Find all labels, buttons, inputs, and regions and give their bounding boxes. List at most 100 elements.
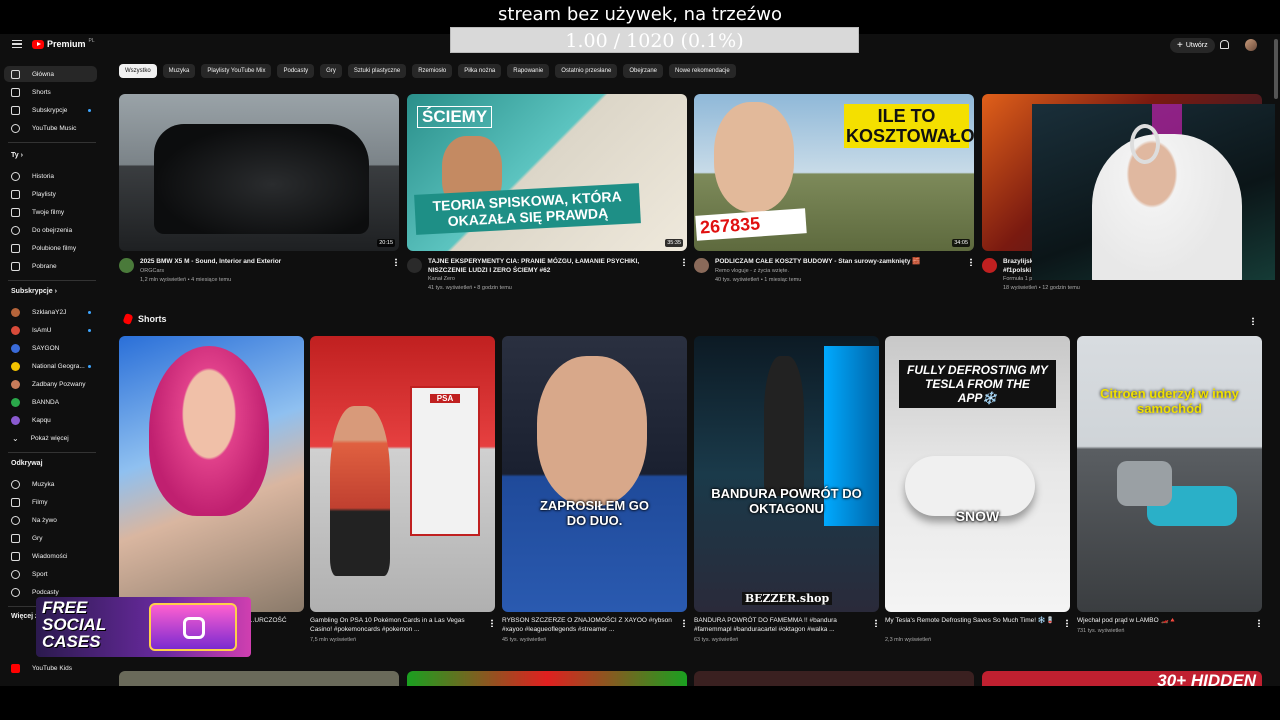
channel-avatar[interactable] — [982, 258, 997, 273]
short-title[interactable]: Gambling On PSA 10 Pokémon Cards in a La… — [310, 617, 480, 634]
sidebar-channel[interactable]: SAYGON — [4, 340, 97, 356]
short-thumbnail[interactable]: PSA — [310, 336, 495, 612]
more-vert-icon[interactable] — [970, 258, 972, 266]
chip[interactable]: Ostatnio przesłane — [555, 64, 618, 78]
short-card[interactable]: ZAPROSIŁEM GO DO DUO. RYBSON SZCZERZE O … — [502, 336, 687, 643]
sidebar-channel[interactable]: IsAmU — [4, 322, 97, 338]
channel-avatar[interactable] — [694, 258, 709, 273]
short-thumbnail[interactable]: BANDURA POWRÓT DO OKTAGONU BEZZER.shop — [694, 336, 879, 612]
chip[interactable]: Muzyka — [162, 64, 196, 78]
short-thumbnail[interactable]: Citroen uderzył w inny samochód — [1077, 336, 1262, 612]
sidebar-item-news[interactable]: Wiadomości — [4, 548, 97, 564]
sidebar-channel[interactable]: Kapqu — [4, 412, 97, 428]
channel-avatar[interactable] — [119, 258, 134, 273]
sidebar-channel[interactable]: National Geogra... — [4, 358, 97, 374]
sidebar-item-liked[interactable]: Polubione filmy — [4, 240, 97, 256]
video-title[interactable]: PODLICZAM CAŁE KOSZTY BUDOWY - Stan suro… — [715, 258, 960, 267]
sidebar-item-youtube-kids[interactable]: YouTube Kids — [4, 660, 97, 676]
sidebar-channel[interactable]: Zadbany Pozwany — [4, 376, 97, 392]
video-thumbnail-peek[interactable]: 30+ HIDDEN — [982, 671, 1262, 686]
chip[interactable]: Piłka nożna — [458, 64, 502, 78]
more-vert-icon[interactable] — [1252, 317, 1254, 325]
short-card[interactable]: BANDURA POWRÓT DO OKTAGONU BEZZER.shop B… — [694, 336, 879, 643]
sidebar-item-music[interactable]: YouTube Music — [4, 120, 97, 136]
sidebar-channel[interactable]: BANNDA — [4, 394, 97, 410]
sidebar-item-watch-later[interactable]: Do obejrzenia — [4, 222, 97, 238]
short-title[interactable]: ...URCZOŚĆ — [249, 617, 289, 626]
short-card[interactable]: FULLY DEFROSTING MY TESLA FROM THE APP❄️… — [885, 336, 1070, 643]
home-icon — [11, 69, 20, 79]
short-card[interactable]: ...URCZOŚĆ — [119, 336, 304, 624]
menu-icon[interactable] — [12, 40, 22, 48]
short-thumbnail[interactable] — [119, 336, 304, 612]
chip[interactable]: Rapowanie — [507, 64, 550, 78]
more-vert-icon[interactable] — [1066, 619, 1068, 627]
video-card[interactable]: ILE TO KOSZTOWAŁO? 267835 34:05 PODLICZA… — [694, 94, 974, 298]
video-title[interactable]: Brazylijsk — [1003, 258, 1033, 267]
sidebar-item-games[interactable]: Gry — [4, 530, 97, 546]
short-title[interactable]: BANDURA POWRÓT DO FAMEMMA !! #bandura #f… — [694, 617, 864, 634]
video-thumbnail[interactable]: 20:15 — [119, 94, 399, 251]
channel-name[interactable]: Remo vloguje - z życia wzięte. — [715, 268, 789, 274]
channel-name[interactable]: ORGCars — [140, 268, 164, 274]
sidebar-channel[interactable]: SzklanaY2J — [4, 304, 97, 320]
sidebar-item-films[interactable]: Filmy — [4, 494, 97, 510]
video-thumbnail[interactable]: ŚCIEMY TEORIA SPISKOWA, KTÓRA OKAZAŁA SI… — [407, 94, 687, 251]
short-title[interactable]: My Tesla's Remote Defrosting Saves So Mu… — [885, 617, 1055, 626]
more-vert-icon[interactable] — [683, 258, 685, 266]
more-vert-icon[interactable] — [683, 619, 685, 627]
chip[interactable]: Obejrzane — [623, 64, 663, 78]
bell-icon[interactable] — [1220, 40, 1229, 49]
short-card[interactable]: Citroen uderzył w inny samochód Wjechał … — [1077, 336, 1262, 634]
more-vert-icon[interactable] — [395, 258, 397, 266]
sidebar-item-playlists[interactable]: Playlisty — [4, 186, 97, 202]
video-card[interactable]: 20:15 2025 BMW X5 M - Sound, Interior an… — [119, 94, 399, 298]
sidebar-item-subscriptions[interactable]: Subskrypcje — [4, 102, 97, 118]
sidebar-section-subscriptions[interactable]: Subskrypcje › — [11, 288, 57, 295]
video-title[interactable]: 2025 BMW X5 M - Sound, Interior and Exte… — [140, 258, 385, 267]
chip[interactable]: Gry — [320, 64, 342, 78]
more-vert-icon[interactable] — [491, 619, 493, 627]
more-vert-icon[interactable] — [875, 619, 877, 627]
short-card[interactable]: PSA Gambling On PSA 10 Pokémon Cards in … — [310, 336, 495, 643]
avatar[interactable] — [1245, 39, 1257, 51]
short-caption-snow: SNOW — [955, 508, 1000, 524]
channel-name[interactable]: Kanał Zero — [428, 276, 455, 282]
sidebar-item-history[interactable]: Historia — [4, 168, 97, 184]
channel-avatar — [11, 325, 20, 335]
sidebar-item-shorts[interactable]: Shorts — [4, 84, 97, 100]
sidebar-section-you[interactable]: Ty › — [11, 152, 23, 159]
sidebar-item-downloads[interactable]: Pobrane — [4, 258, 97, 274]
sidebar-item-your-videos[interactable]: Twoje filmy — [4, 204, 97, 220]
chip[interactable]: Nowe rekomendacje — [669, 64, 736, 78]
sidebar-item-live[interactable]: Na żywo — [4, 512, 97, 528]
short-title[interactable]: Wjechał pod prąd w LAMBO 🏎️🔺 — [1077, 617, 1247, 626]
short-thumbnail[interactable]: FULLY DEFROSTING MY TESLA FROM THE APP❄️… — [885, 336, 1070, 612]
video-thumbnail-peek[interactable] — [407, 671, 687, 686]
video-thumbnail[interactable]: ILE TO KOSZTOWAŁO? 267835 34:05 — [694, 94, 974, 251]
video-card[interactable]: ŚCIEMY TEORIA SPISKOWA, KTÓRA OKAZAŁA SI… — [407, 94, 687, 298]
channel-avatar[interactable] — [407, 258, 422, 273]
history-icon — [11, 171, 20, 181]
create-button[interactable]: + Utwórz — [1170, 38, 1215, 53]
sidebar-item-sport[interactable]: Sport — [4, 566, 97, 582]
video-thumbnail-peek[interactable] — [119, 671, 399, 686]
video-thumbnail-peek[interactable] — [694, 671, 974, 686]
sidebar-item-home[interactable]: Główna — [4, 66, 97, 82]
chip[interactable]: Playlisty YouTube Mix — [201, 64, 272, 78]
scrollbar[interactable] — [1274, 39, 1278, 99]
face-shape — [714, 102, 794, 212]
chip[interactable]: Sztuki plastyczne — [347, 64, 407, 78]
youtube-logo[interactable]: Premium PL — [32, 38, 95, 49]
sidebar-show-more[interactable]: ⌄ Pokaż więcej — [4, 430, 97, 446]
more-vert-icon[interactable] — [1258, 619, 1260, 627]
chip[interactable]: Rzemiosło — [412, 64, 453, 78]
short-title[interactable]: RYBSON SZCZERZE O ZNAJOMOŚCI Z XAYOO #ry… — [502, 617, 672, 634]
car-shape — [154, 124, 369, 234]
video-title[interactable]: TAJNE EKSPERYMENTY CIA: PRANIE MÓZGU, ŁA… — [428, 258, 673, 275]
chip[interactable]: Wszystko — [119, 64, 157, 78]
short-thumbnail[interactable]: ZAPROSIŁEM GO DO DUO. — [502, 336, 687, 612]
chip[interactable]: Podcasty — [277, 64, 315, 78]
sidebar-item-music[interactable]: Muzyka — [4, 476, 97, 492]
video-title-tag[interactable]: #f1polski — [1003, 267, 1033, 276]
